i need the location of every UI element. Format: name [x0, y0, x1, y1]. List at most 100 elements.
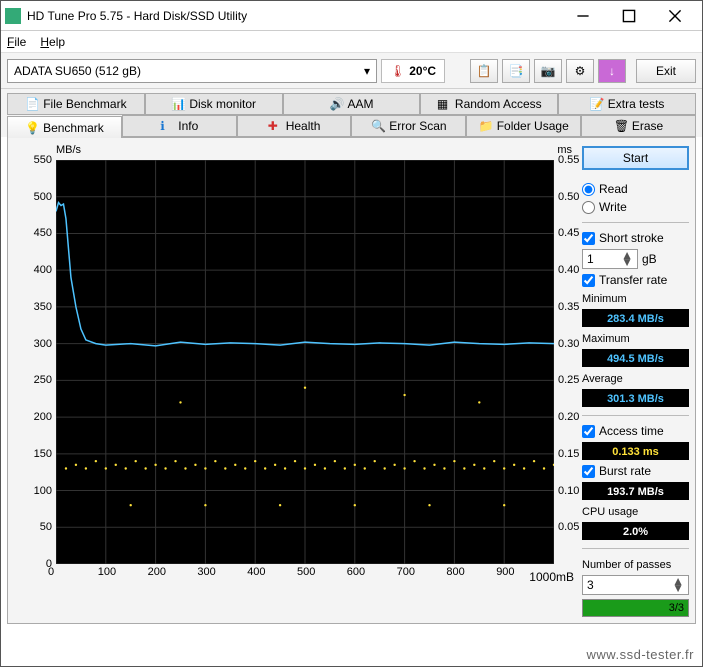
- y-right-tick: 0.45: [558, 227, 579, 239]
- tab-label: File Benchmark: [43, 97, 126, 111]
- disk-monitor-icon: 📊: [171, 97, 185, 111]
- y-left-tick: 550: [14, 154, 52, 166]
- y-left-tick: 50: [14, 521, 52, 533]
- benchmark-icon: 💡: [25, 121, 39, 135]
- y-left-tick: 250: [14, 374, 52, 386]
- short-stroke-input[interactable]: 1▲▼ gB: [582, 249, 689, 269]
- y-left-tick: 350: [14, 301, 52, 313]
- random-access-icon: ▦: [437, 97, 451, 111]
- tab-extra-tests[interactable]: 📝Extra tests: [558, 93, 696, 115]
- passes-input[interactable]: 3▲▼: [582, 575, 689, 595]
- tab-benchmark[interactable]: 💡 Benchmark: [7, 116, 122, 138]
- transfer-rate-label: Transfer rate: [599, 273, 667, 287]
- short-stroke-checkbox[interactable]: Short stroke: [582, 231, 689, 245]
- write-radio[interactable]: Write: [582, 200, 689, 214]
- tab-label: Extra tests: [608, 97, 665, 111]
- gear-icon: ⚙: [575, 64, 586, 78]
- y-left-tick: 400: [14, 264, 52, 276]
- copy-info-button[interactable]: 📋: [470, 59, 498, 83]
- x-tick: 100: [98, 566, 116, 578]
- tab-error-scan[interactable]: 🔍Error Scan: [351, 115, 466, 137]
- x-tick: 500: [297, 566, 315, 578]
- tab-label: Disk monitor: [189, 97, 256, 111]
- tab-label: Erase: [632, 119, 663, 133]
- read-radio[interactable]: Read: [582, 182, 689, 196]
- titlebar: HD Tune Pro 5.75 - Hard Disk/SSD Utility: [1, 1, 702, 31]
- cpu-usage-label: CPU usage: [582, 506, 689, 518]
- copy-screenshot-button[interactable]: 📑: [502, 59, 530, 83]
- tabs-container: 📄File Benchmark 📊 Disk monitor 🔊 AAM ▦ Rand…: [1, 89, 702, 137]
- tab-row-2: 💡 Benchmark ℹInfo ✚ Health 🔍Error Scan 📁Fo…: [7, 115, 696, 137]
- y-right-tick: 0.25: [558, 374, 579, 386]
- save-button[interactable]: ↓: [598, 59, 626, 83]
- x-tick: 700: [397, 566, 415, 578]
- close-button[interactable]: [652, 2, 698, 30]
- access-time-label: Access time: [599, 424, 664, 438]
- burst-rate-label: Burst rate: [599, 464, 651, 478]
- tab-disk-monitor[interactable]: 📊 Disk monitor: [145, 93, 283, 115]
- x-tick: 0: [48, 566, 54, 578]
- tab-label: Random Access: [455, 97, 542, 111]
- tab-health[interactable]: ✚ Health: [237, 115, 352, 137]
- y-left-tick: 300: [14, 338, 52, 350]
- exit-button[interactable]: Exit: [636, 59, 696, 83]
- maximize-button[interactable]: [606, 2, 652, 30]
- tab-label: Health: [286, 119, 321, 133]
- temperature-display: 🌡 20°C: [381, 59, 445, 83]
- menubar: File Help: [1, 31, 702, 53]
- tab-label: Benchmark: [43, 121, 104, 135]
- transfer-rate-checkbox[interactable]: Transfer rate: [582, 273, 689, 287]
- x-tick: 200: [148, 566, 166, 578]
- x-tick: 900: [496, 566, 514, 578]
- short-stroke-label: Short stroke: [599, 231, 664, 245]
- access-time-checkbox[interactable]: Access time: [582, 424, 689, 438]
- y-right-tick: 0.55: [558, 154, 579, 166]
- menu-help[interactable]: Help: [40, 35, 65, 49]
- burst-rate-checkbox[interactable]: Burst rate: [582, 464, 689, 478]
- y-right-tick: 0.35: [558, 301, 579, 313]
- screenshot-button[interactable]: 📷: [534, 59, 562, 83]
- tab-erase[interactable]: 🗑 Erase: [581, 115, 696, 137]
- drive-select[interactable]: ADATA SU650 (512 gB) ▾: [7, 59, 377, 83]
- write-label: Write: [599, 200, 627, 214]
- x-tick: 800: [446, 566, 464, 578]
- aam-icon: 🔊: [329, 97, 343, 111]
- x-axis-unit: 1000mB: [529, 570, 574, 584]
- temperature-value: 20°C: [409, 64, 436, 78]
- minimum-value: 283.4 MB/s: [582, 309, 689, 327]
- chart-area: MB/s ms 55050045040035030025020015010050…: [14, 144, 574, 584]
- thermometer-icon: 🌡: [390, 64, 405, 78]
- y-left-tick: 450: [14, 227, 52, 239]
- y-left-tick: 0: [14, 558, 52, 570]
- progress-text: 3/3: [669, 602, 684, 614]
- x-tick: 600: [347, 566, 365, 578]
- erase-icon: 🗑: [614, 119, 628, 133]
- drive-select-value: ADATA SU650 (512 gB): [14, 64, 141, 78]
- tab-label: AAM: [347, 97, 373, 111]
- maximum-value: 494.5 MB/s: [582, 349, 689, 367]
- save-icon: ↓: [609, 64, 615, 78]
- y-left-tick: 100: [14, 485, 52, 497]
- options-button[interactable]: ⚙: [566, 59, 594, 83]
- menu-file[interactable]: File: [7, 35, 26, 49]
- window-title: HD Tune Pro 5.75 - Hard Disk/SSD Utility: [27, 9, 560, 23]
- start-button[interactable]: Start: [582, 146, 689, 170]
- tab-random-access[interactable]: ▦ Random Access: [420, 93, 558, 115]
- spinner-icon[interactable]: ▲▼: [621, 252, 633, 266]
- health-icon: ✚: [268, 119, 282, 133]
- x-tick: 400: [247, 566, 265, 578]
- minimize-button[interactable]: [560, 2, 606, 30]
- tab-label: Info: [178, 119, 198, 133]
- spinner-icon[interactable]: ▲▼: [672, 578, 684, 592]
- y-left-tick: 200: [14, 411, 52, 423]
- average-label: Average: [582, 373, 689, 385]
- average-value: 301.3 MB/s: [582, 389, 689, 407]
- side-panel: Start Read Write Short stroke 1▲▼ gB Tra…: [582, 144, 689, 617]
- burst-rate-value: 193.7 MB/s: [582, 482, 689, 500]
- tab-aam[interactable]: 🔊 AAM: [283, 93, 421, 115]
- tab-file-benchmark[interactable]: 📄File Benchmark: [7, 93, 145, 115]
- tab-folder-usage[interactable]: 📁Folder Usage: [466, 115, 581, 137]
- clipboard-icon: 📋: [477, 64, 492, 78]
- y-right-tick: 0.50: [558, 191, 579, 203]
- tab-info[interactable]: ℹInfo: [122, 115, 237, 137]
